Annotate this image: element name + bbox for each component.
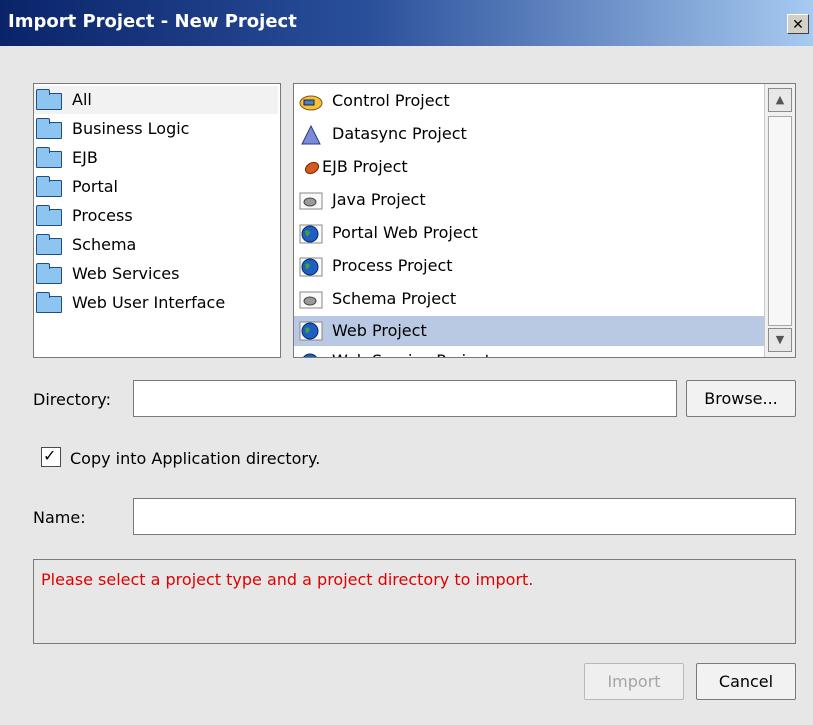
project-label: Datasync Project — [332, 124, 467, 143]
folder-icon — [36, 176, 62, 197]
category-label: EJB — [72, 148, 98, 167]
category-label: Process — [72, 206, 133, 225]
name-input[interactable] — [133, 498, 796, 535]
project-label: Web Project — [332, 321, 427, 340]
category-list[interactable]: All Business Logic EJB Portal Process Sc… — [33, 83, 281, 358]
dialog-title: Import Project - New Project — [8, 11, 297, 32]
control-project-icon — [299, 95, 323, 111]
globe-icon — [299, 224, 323, 244]
directory-input[interactable] — [133, 380, 677, 417]
java-project-icon — [299, 192, 323, 210]
folder-icon — [36, 147, 62, 168]
project-item-control[interactable]: Control Project — [294, 87, 766, 115]
category-item-all[interactable]: All — [34, 86, 278, 114]
close-icon: ✕ — [792, 17, 804, 33]
folder-icon — [36, 263, 62, 284]
globe-icon — [299, 257, 323, 277]
folder-icon — [36, 234, 62, 255]
category-label: Portal — [72, 177, 118, 196]
project-label: Portal Web Project — [332, 223, 478, 242]
project-label: Web Service Project — [332, 347, 491, 357]
project-label: Control Project — [332, 91, 450, 110]
import-button[interactable]: Import — [584, 663, 684, 700]
project-item-web-service[interactable]: Web Service Project — [294, 347, 766, 357]
project-item-ejb[interactable]: EJB Project — [294, 153, 766, 181]
import-project-dialog: Import Project - New Project ✕ All Busin… — [0, 0, 813, 725]
scroll-thumb[interactable] — [768, 116, 792, 326]
copy-checkbox[interactable]: ✓ — [41, 446, 61, 467]
globe-icon — [303, 353, 317, 357]
category-label: Schema — [72, 235, 137, 254]
project-list-scrollbar[interactable]: ▲ ▼ — [764, 84, 795, 357]
close-button[interactable]: ✕ — [787, 14, 809, 34]
project-label: Java Project — [332, 190, 426, 209]
project-item-datasync[interactable]: Datasync Project — [294, 120, 766, 148]
category-label: Business Logic — [72, 119, 190, 138]
datasync-project-icon — [301, 125, 321, 145]
project-item-java[interactable]: Java Project — [294, 186, 766, 214]
ejb-project-icon — [304, 161, 320, 175]
status-message-text: Please select a project type and a proje… — [41, 570, 534, 589]
directory-label: Directory: — [33, 390, 111, 409]
project-item-portal-web[interactable]: Portal Web Project — [294, 219, 766, 247]
project-label: Process Project — [332, 256, 453, 275]
status-message-box: Please select a project type and a proje… — [33, 559, 796, 644]
project-label: EJB Project — [322, 157, 408, 176]
category-label: All — [72, 90, 92, 109]
folder-icon — [36, 89, 62, 110]
scroll-down-icon[interactable]: ▼ — [768, 328, 792, 352]
folder-icon — [36, 292, 62, 313]
checkmark-icon: ✓ — [43, 446, 57, 465]
cancel-button[interactable]: Cancel — [696, 663, 796, 700]
folder-icon — [36, 205, 62, 226]
globe-icon — [299, 321, 323, 341]
project-item-process[interactable]: Process Project — [294, 252, 766, 280]
project-item-schema[interactable]: Schema Project — [294, 285, 766, 313]
project-item-web[interactable]: Web Project — [294, 316, 764, 346]
name-label: Name: — [33, 508, 86, 527]
category-label: Web User Interface — [72, 293, 226, 312]
project-type-list[interactable]: Control Project Datasync Project EJB Pro… — [293, 83, 796, 358]
browse-button[interactable]: Browse... — [686, 380, 796, 417]
copy-checkbox-label: Copy into Application directory. — [70, 449, 321, 468]
schema-project-icon — [299, 291, 323, 309]
category-label: Web Services — [72, 264, 180, 283]
project-label: Schema Project — [332, 289, 457, 308]
title-bar: Import Project - New Project ✕ — [0, 0, 813, 46]
scroll-up-icon[interactable]: ▲ — [768, 88, 792, 112]
folder-icon — [36, 118, 62, 139]
